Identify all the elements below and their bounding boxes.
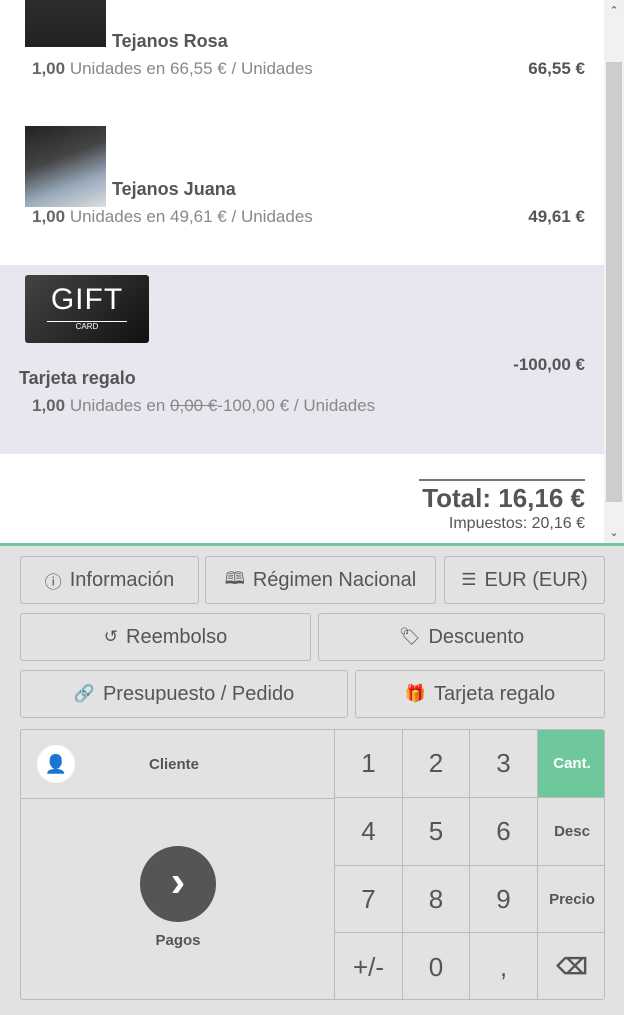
refund-button[interactable]: ↺ Reembolso (20, 613, 311, 661)
orderline[interactable]: Tejanos Rosa 1,00 Unidades en 66,55 € / … (0, 0, 604, 120)
qty: 1,00 (32, 207, 66, 226)
product-name: Tejanos Rosa (112, 31, 228, 51)
orderline-selected[interactable]: GIFT CARD Tarjeta regalo 1,00 Unidades en… (0, 265, 604, 454)
unit-price: -100,00 € (217, 396, 290, 415)
numpad-key-9[interactable]: 9 (469, 865, 537, 932)
line-price: 49,61 € (528, 207, 585, 226)
unit-price: 66,55 € (170, 59, 227, 78)
refund-label: Reembolso (126, 625, 228, 648)
line-info: 1,00 Unidades en 49,61 € / Unidades (32, 207, 313, 227)
numpad-key-plus-minus[interactable]: +/- (334, 932, 402, 999)
order-summary: Total: 16,16 € Impuestos: 20,16 € (419, 479, 585, 533)
discount-label: Descuento (428, 625, 525, 648)
regime-label: Régimen Nacional (252, 568, 417, 591)
qty: 1,00 (32, 59, 66, 78)
gift-icon: 🎁 (404, 684, 426, 703)
numpad-key-4[interactable]: 4 (334, 797, 402, 865)
payment-label: Pagos (155, 932, 201, 949)
line-info: 1,00 Unidades en 0,00 €-100,00 € / Unida… (32, 396, 375, 416)
numpad-key-3[interactable]: 3 (469, 730, 537, 797)
chevron-right-icon: › (140, 846, 216, 922)
numpad-key-1[interactable]: 1 (334, 730, 402, 797)
unit-text: Unidades en (69, 207, 166, 226)
giftcard-label: Tarjeta regalo (433, 682, 556, 705)
scroll-down-icon[interactable]: ⌄ (604, 526, 624, 539)
gift-text: GIFT (50, 283, 124, 316)
unit-price: 49,61 € (170, 207, 227, 226)
orderline[interactable]: Tejanos Juana 1,00 Unidades en 49,61 € /… (0, 120, 604, 265)
numpad-key-0[interactable]: 0 (402, 932, 469, 999)
card-text: CARD (47, 321, 127, 331)
tag-icon: 🏷 (398, 627, 421, 646)
customer-label: Cliente (149, 755, 200, 773)
product-image (25, 0, 106, 47)
numpad-key-5[interactable]: 5 (402, 797, 469, 865)
currency-label: EUR (EUR) (484, 568, 588, 591)
quote-label: Presupuesto / Pedido (102, 682, 295, 705)
qty: 1,00 (32, 396, 66, 415)
numpad-key-comma[interactable]: , (469, 932, 537, 999)
old-price: 0,00 € (170, 396, 218, 415)
book-icon: 🕮 (224, 568, 245, 588)
per-unit: / Unidades (231, 59, 313, 78)
currency-button[interactable]: ☰ EUR (EUR) (444, 556, 605, 604)
scrollbar[interactable]: ⌃ ⌄ (604, 0, 624, 543)
product-image (25, 126, 106, 207)
gift-card-image: GIFT CARD (25, 275, 149, 343)
payment-button[interactable]: › Pagos (21, 798, 335, 999)
info-button[interactable]: ⓘ Información (20, 556, 199, 604)
mode-discount[interactable]: Desc (537, 797, 604, 865)
backspace-icon[interactable]: ⌫ (537, 932, 604, 999)
fiscal-position-button[interactable]: 🕮 Régimen Nacional (205, 556, 436, 604)
scroll-up-icon[interactable]: ⌃ (604, 4, 624, 17)
divider (0, 543, 624, 546)
unit-text: Unidades en (69, 59, 166, 78)
per-unit: / Unidades (293, 396, 376, 415)
numpad-key-7[interactable]: 7 (334, 865, 402, 932)
link-icon: 🔗 (73, 684, 95, 703)
numpad-area: 👤 Cliente › Pagos 1 2 3 Cant. 4 5 6 Desc 7 8 9 Precio… (20, 729, 605, 1000)
info-label: Información (69, 568, 175, 591)
total: Total: 16,16 € (422, 483, 585, 513)
customer-button[interactable]: 👤 Cliente (21, 730, 335, 798)
mode-quantity[interactable]: Cant. (537, 730, 604, 797)
quotation-button[interactable]: 🔗 Presupuesto / Pedido (20, 670, 348, 718)
orderlines-list[interactable]: Tejanos Rosa 1,00 Unidades en 66,55 € / … (0, 0, 604, 543)
product-name: Tarjeta regalo (19, 368, 136, 388)
line-price: -100,00 € (513, 355, 585, 374)
unit-text: Unidades en (69, 396, 166, 415)
user-icon: 👤 (37, 745, 75, 783)
taxes: Impuestos: 20,16 € (448, 515, 585, 532)
info-icon: ⓘ (44, 572, 62, 592)
line-price: 66,55 € (528, 59, 585, 78)
per-unit: / Unidades (231, 207, 313, 226)
numpad-key-2[interactable]: 2 (402, 730, 469, 797)
numpad-key-6[interactable]: 6 (469, 797, 537, 865)
undo-icon: ↺ (103, 627, 119, 646)
product-name: Tejanos Juana (112, 179, 236, 199)
mode-price[interactable]: Precio (537, 865, 604, 932)
scrollbar-thumb[interactable] (606, 62, 622, 502)
line-info: 1,00 Unidades en 66,55 € / Unidades (32, 59, 313, 79)
discount-button[interactable]: 🏷 Descuento (318, 613, 605, 661)
numpad-key-8[interactable]: 8 (402, 865, 469, 932)
gift-card-button[interactable]: 🎁 Tarjeta regalo (355, 670, 605, 718)
list-icon: ☰ (461, 570, 477, 589)
